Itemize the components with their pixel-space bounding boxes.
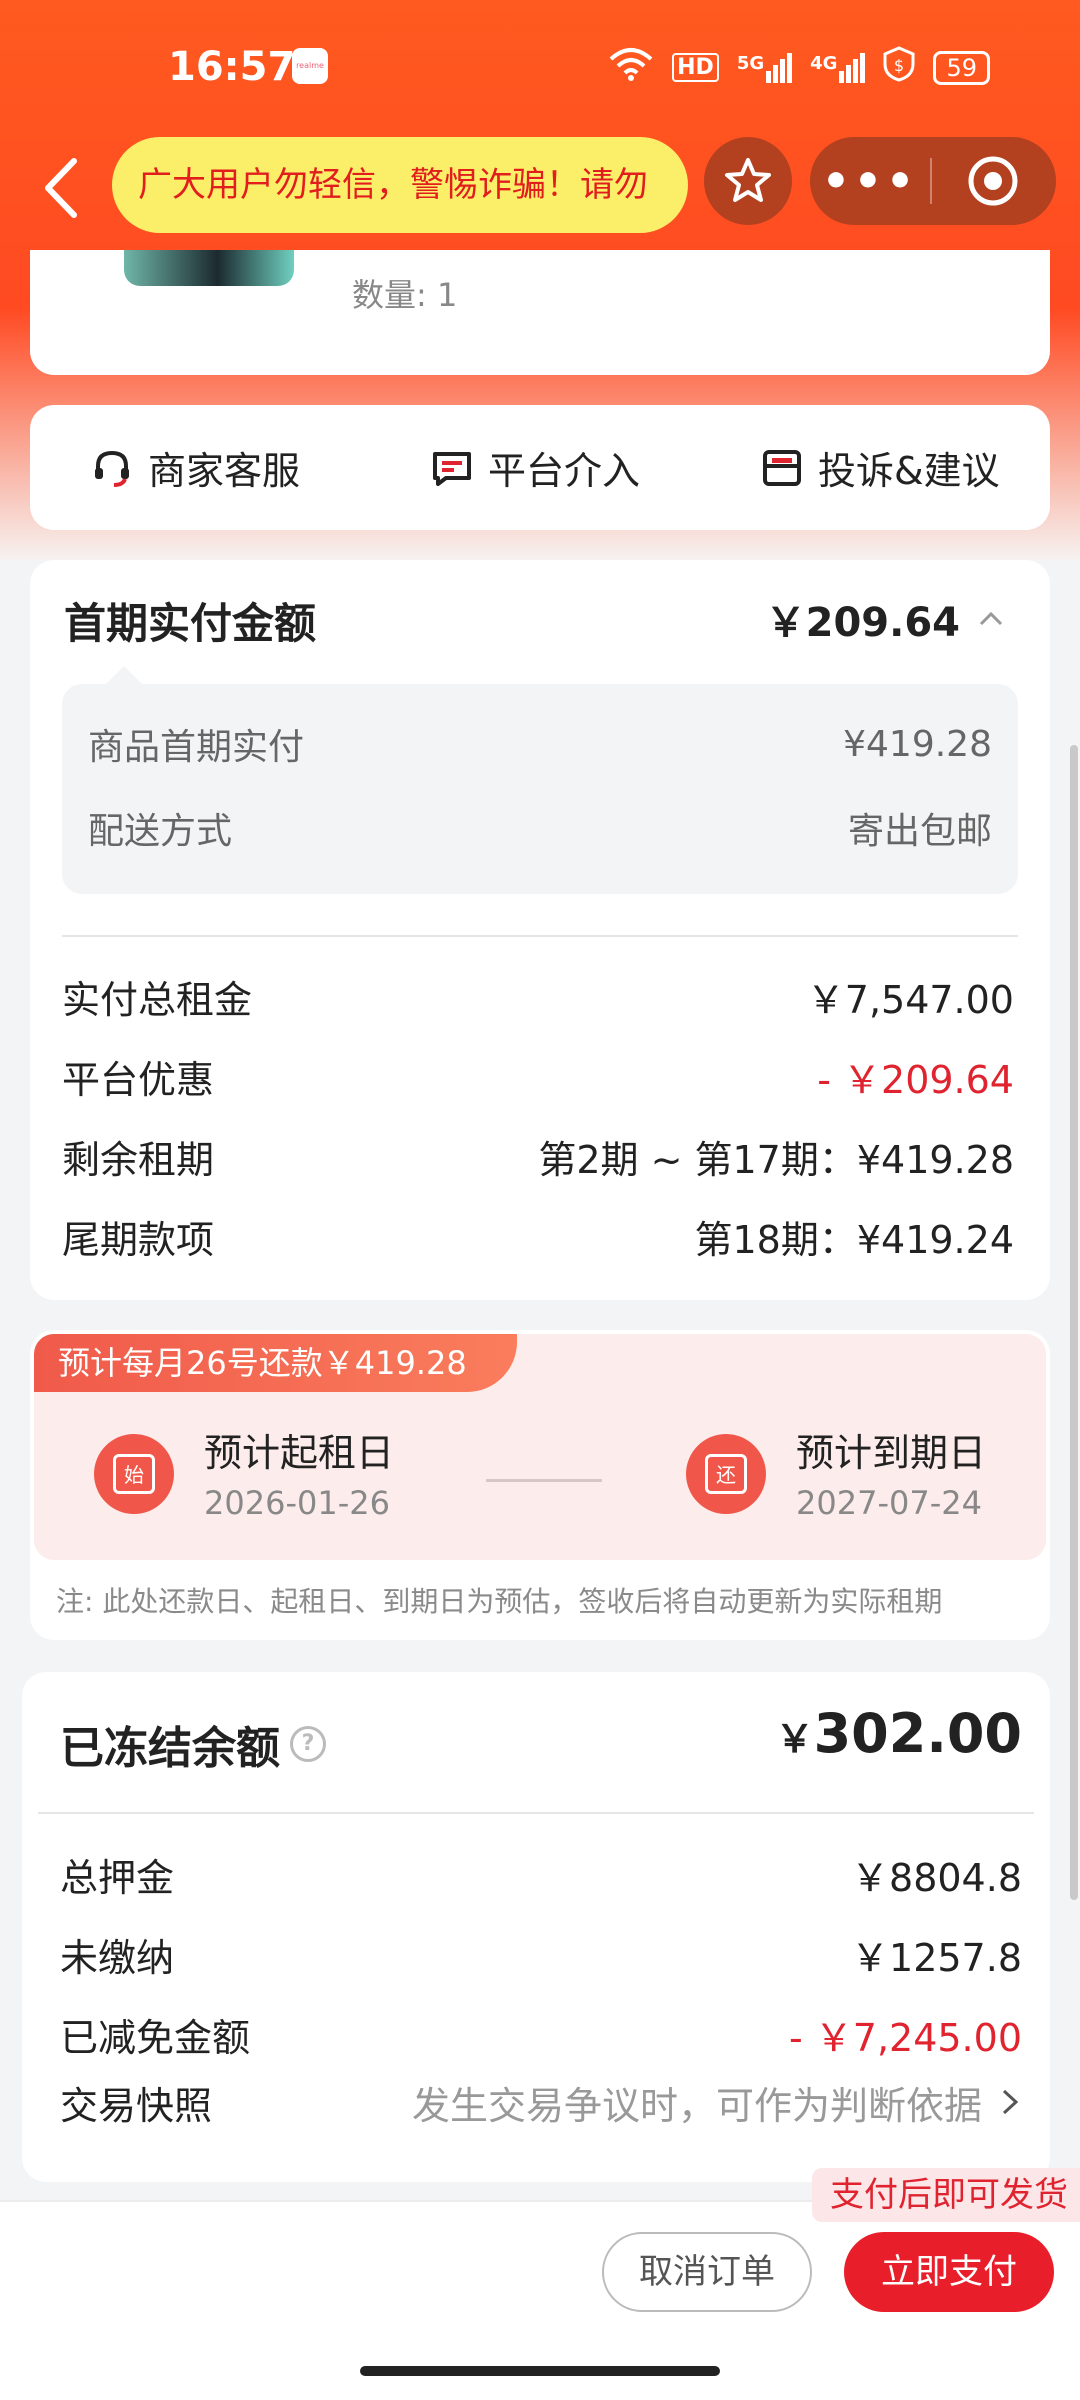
- snapshot-description: 发生交易争议时，可作为判断依据: [412, 2075, 1022, 2130]
- first-payment-card: 首期实付金额 ￥209.64 商品首期实付 ¥419.28 配送方式 寄出包邮 …: [30, 560, 1050, 1300]
- repayment-note: 注: 此处还款日、起租日、到期日为预估，签收后将自动更新为实际租期: [56, 1585, 943, 1618]
- wifi-icon: [608, 47, 654, 88]
- repayment-panel: 预计每月26号还款￥419.28 始 预计起租日 2026-01-26 还 预计…: [34, 1334, 1046, 1560]
- first-payment-toggle[interactable]: ￥209.64: [766, 590, 1006, 648]
- chevron-right-icon: [1002, 2089, 1019, 2115]
- star-icon: [725, 158, 771, 202]
- end-calendar-icon: 还: [686, 1434, 766, 1514]
- product-quantity: 数量: 1: [352, 276, 458, 314]
- date-connector: [486, 1479, 602, 1482]
- end-date-value: 2027-07-24: [796, 1484, 982, 1522]
- merchant-service-button[interactable]: 商家客服: [90, 405, 300, 530]
- frozen-title: 已冻结余额 ?: [60, 1712, 326, 1776]
- more-options-button[interactable]: •••: [810, 156, 930, 207]
- product-image: [124, 250, 294, 286]
- detail-row: 配送方式 寄出包邮: [88, 811, 992, 852]
- app-notification-icon: realme: [292, 48, 328, 84]
- detail-row: 商品首期实付 ¥419.28: [88, 723, 992, 769]
- help-icon[interactable]: ?: [290, 1726, 326, 1762]
- headset-icon: [95, 450, 129, 487]
- status-indicators: HD 5G 4G $ 59: [608, 46, 990, 89]
- svg-text:$: $: [894, 56, 904, 75]
- scrollbar[interactable]: [1070, 745, 1078, 1900]
- start-date-value: 2026-01-26: [204, 1484, 390, 1522]
- start-date-label: 预计起租日: [204, 1431, 395, 1475]
- target-icon: [968, 156, 1018, 206]
- repayment-tag: 预计每月26号还款￥419.28: [34, 1334, 517, 1392]
- rent-row: 尾期款项 第18期：¥419.24: [62, 1217, 1014, 1262]
- home-indicator[interactable]: [360, 2366, 720, 2376]
- signal-4g-icon: 4G: [810, 52, 866, 83]
- platform-intervene-button[interactable]: 平台介入: [430, 405, 640, 530]
- divider: [38, 1812, 1034, 1814]
- end-date-label: 预计到期日: [796, 1431, 987, 1475]
- shield-icon: $: [883, 46, 915, 89]
- chevron-up-icon: [979, 611, 1003, 626]
- deposit-row: 总押金 ￥8804.8: [60, 1855, 1022, 1900]
- start-calendar-icon: 始: [94, 1434, 174, 1514]
- transaction-snapshot-row[interactable]: 交易快照 发生交易争议时，可作为判断依据: [60, 2072, 1022, 2132]
- rent-row: 剩余租期 第2期 ~ 第17期：¥419.28: [62, 1137, 1014, 1182]
- cancel-order-button[interactable]: 取消订单: [602, 2232, 812, 2312]
- mailbox-icon: [763, 449, 801, 486]
- first-payment-details: 商品首期实付 ¥419.28 配送方式 寄出包邮: [62, 666, 1018, 894]
- status-time: 16:57: [168, 44, 296, 90]
- pay-now-button[interactable]: 立即支付: [844, 2232, 1054, 2312]
- deposit-row: 未缴纳 ￥1257.8: [60, 1935, 1022, 1980]
- repayment-schedule-card: 预计每月26号还款￥419.28 始 预计起租日 2026-01-26 还 预计…: [30, 1330, 1050, 1640]
- divider: [62, 935, 1018, 937]
- service-label: 平台介入: [488, 449, 641, 493]
- signal-5g-icon: 5G: [737, 52, 793, 83]
- back-button[interactable]: [30, 153, 90, 223]
- rent-row: 平台优惠 - ￥209.64: [62, 1057, 1014, 1102]
- status-bar: 16:57 realme HD 5G 4G $ 59: [0, 0, 1080, 135]
- complaint-suggestion-button[interactable]: 投诉&建议: [760, 405, 1000, 530]
- service-actions: 商家客服 平台介入 投诉&建议: [30, 405, 1050, 530]
- frozen-amount: ￥302.00: [775, 1702, 1022, 1765]
- close-miniprogram-button[interactable]: [932, 154, 1054, 208]
- mini-program-capsule: •••: [810, 137, 1056, 225]
- back-arrow-icon: [45, 158, 77, 218]
- first-payment-amount: ￥209.64: [765, 600, 960, 646]
- fraud-warning-banner: 广大用户勿轻信，警惕诈骗！请勿: [112, 137, 688, 233]
- favorite-button[interactable]: [704, 137, 792, 225]
- ship-tip-badge: 支付后即可发货: [812, 2168, 1080, 2222]
- product-card: 数量: 1: [30, 250, 1050, 375]
- mini-program-nav-bar: 广大用户勿轻信，警惕诈骗！请勿 •••: [0, 135, 1080, 235]
- service-label: 商家客服: [148, 449, 301, 493]
- rent-row: 实付总租金 ￥7,547.00: [62, 977, 1014, 1022]
- service-label: 投诉&建议: [818, 449, 1000, 493]
- frozen-balance-card: 已冻结余额 ? ￥302.00 总押金 ￥8804.8 未缴纳 ￥1257.8 …: [22, 1672, 1050, 2182]
- snapshot-label: 交易快照: [60, 2083, 213, 2128]
- deposit-row: 已减免金额 - ￥7,245.00: [60, 2015, 1022, 2060]
- hd-icon: HD: [672, 53, 719, 82]
- first-payment-title: 首期实付金额: [64, 599, 317, 648]
- message-icon: [433, 451, 471, 486]
- battery-indicator: 59: [933, 50, 990, 85]
